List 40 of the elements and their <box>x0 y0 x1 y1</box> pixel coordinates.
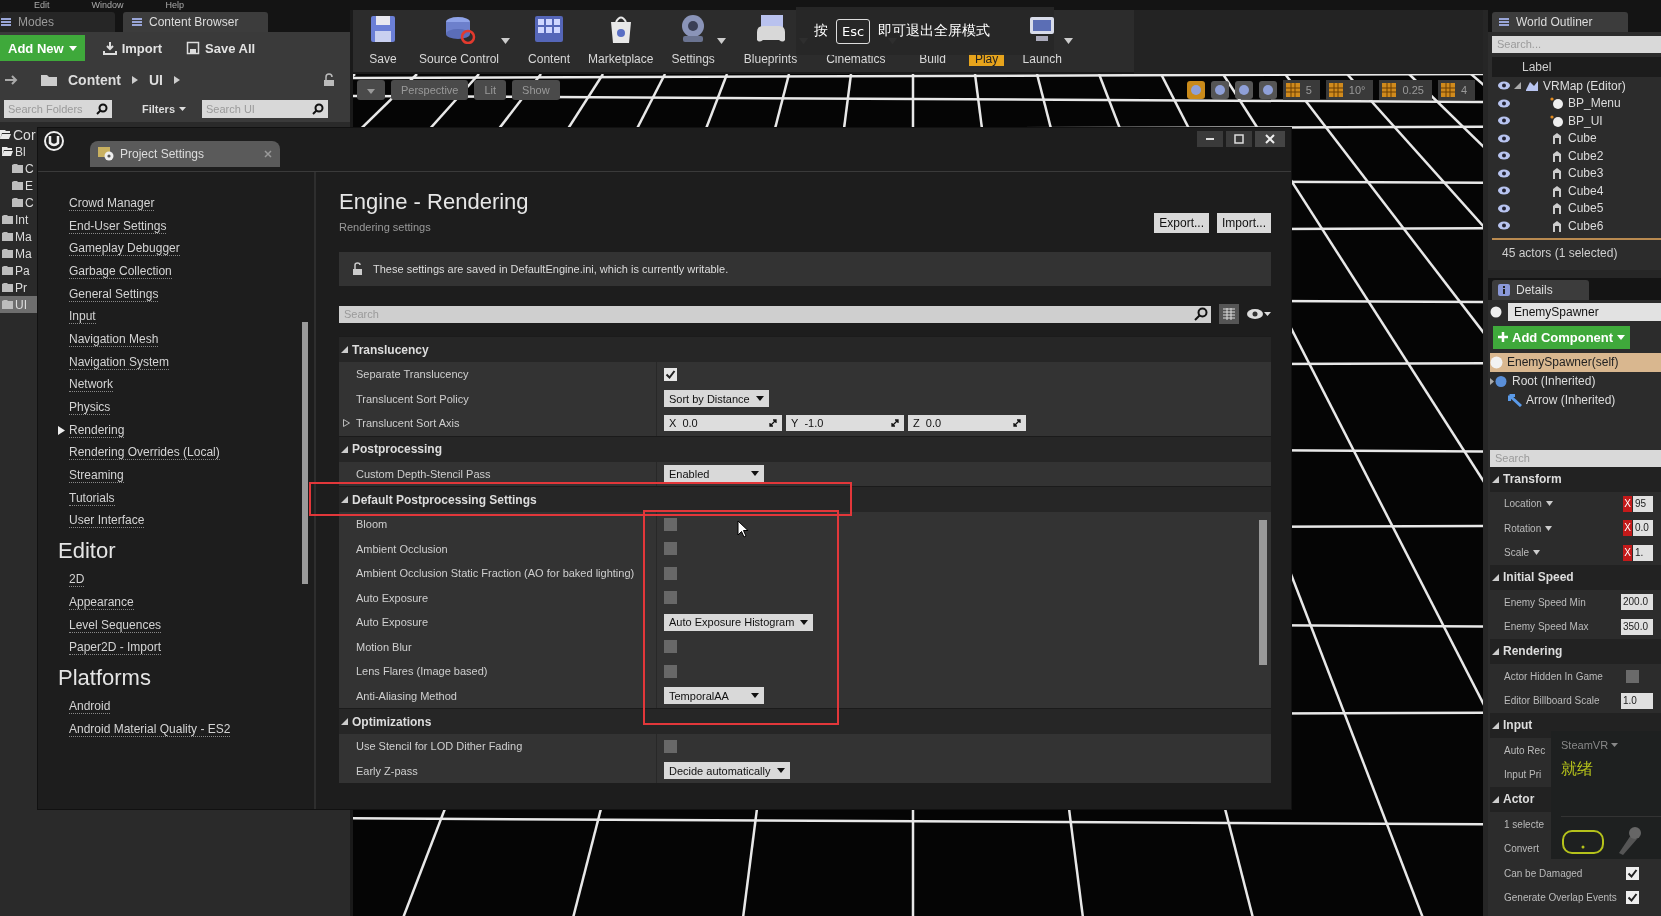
property-label: Editor Billboard Scale <box>1504 695 1600 707</box>
property-label: 1 selecte <box>1504 818 1545 830</box>
setting-label: Use Stencil for LOD Dither Fading <box>355 740 523 753</box>
setting-label: Separate Translucency <box>355 368 469 381</box>
setting-label: Custom Depth-Stencil Pass <box>355 467 491 480</box>
property-label: Generate Overlap Events <box>1504 892 1617 904</box>
property-label: Enemy Speed Min <box>1504 596 1586 608</box>
property-label: Rotation <box>1504 522 1542 534</box>
setting-label: Auto Exposure <box>355 616 429 629</box>
property-label: Can be Damaged <box>1504 867 1583 879</box>
property-label: Auto Rec <box>1504 744 1546 756</box>
notice-text: These settings are saved in DefaultEngine.ini, which is currently writable. <box>373 263 729 275</box>
property-label: Location <box>1504 498 1542 510</box>
setting-label: Lens Flares (Image based) <box>355 665 488 678</box>
key-cap: Esc <box>836 18 871 44</box>
setting-label: Bloom <box>355 518 388 531</box>
page-title: Engine - Rendering <box>339 188 529 216</box>
setting-label: Ambient Occlusion Static Fraction (AO for baked lighting) <box>355 567 635 580</box>
setting-label: Translucent Sort Policy <box>355 392 469 405</box>
setting-label: Translucent Sort Axis <box>355 417 460 430</box>
setting-label: Anti-Aliasing Method <box>355 689 457 702</box>
status-text: 就绪 <box>1561 759 1594 780</box>
setting-label: Ambient Occlusion <box>355 542 448 555</box>
axis-tag: X <box>1623 495 1632 512</box>
property-label: Scale <box>1504 547 1529 559</box>
property-label: Actor Hidden In Game <box>1504 670 1603 682</box>
setting-label: Auto Exposure <box>355 591 429 604</box>
property-label: Enemy Speed Max <box>1504 621 1589 633</box>
toast-text: 即可退出全屏模式 <box>878 22 991 40</box>
setting-label: Early Z-pass <box>355 764 418 777</box>
axis-tag: X <box>1623 544 1632 561</box>
nav-section-title: Editor <box>58 537 117 566</box>
toast-text: 按 <box>814 22 828 40</box>
actor-count: 45 actors (1 selected) <box>1501 244 1619 262</box>
nav-section-title: Platforms <box>58 664 152 693</box>
axis-tag: X <box>1623 520 1632 537</box>
page-subtitle: Rendering settings <box>339 221 432 233</box>
property-label: Convert <box>1504 843 1539 855</box>
setting-label: Motion Blur <box>355 640 412 653</box>
property-label: Input Pri <box>1504 769 1542 781</box>
